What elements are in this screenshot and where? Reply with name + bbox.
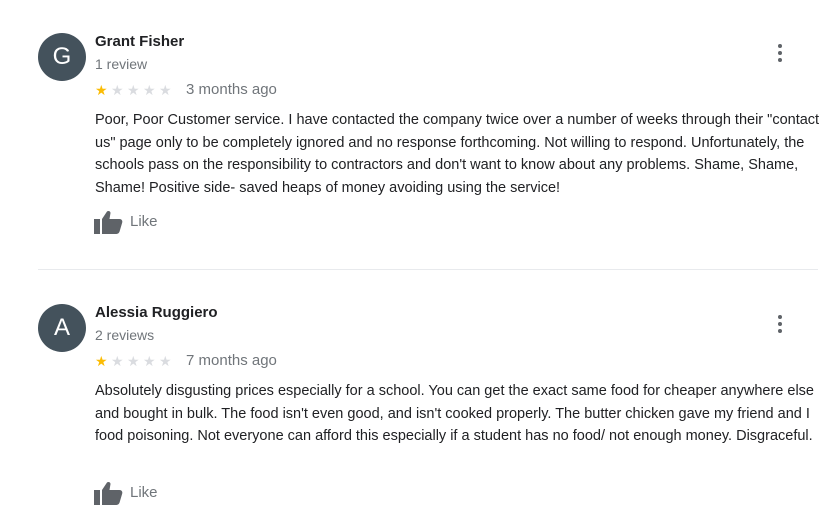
more-vert-icon <box>778 315 782 319</box>
star-icon: ★ <box>159 353 172 369</box>
star-icon: ★ <box>159 82 172 98</box>
review-date: 7 months ago <box>186 352 277 369</box>
star-icon: ★ <box>143 353 156 369</box>
review-divider <box>38 269 818 270</box>
like-label: Like <box>130 484 158 501</box>
review-count: 2 reviews <box>95 327 155 343</box>
star-icon: ★ <box>111 82 124 98</box>
thumb-up-icon <box>94 210 123 234</box>
star-icon: ★ <box>95 353 108 369</box>
star-icon: ★ <box>95 82 108 98</box>
avatar[interactable]: A <box>38 304 86 352</box>
review-text: Absolutely disgusting prices especially … <box>95 383 814 445</box>
rating-row: ★ ★ ★ ★ ★ 7 months ago <box>95 352 277 370</box>
review-date: 3 months ago <box>186 81 277 98</box>
reviewer-name[interactable]: Alessia Ruggiero <box>95 304 218 322</box>
avatar[interactable]: G <box>38 33 86 81</box>
star-rating: ★ ★ ★ ★ ★ <box>95 83 175 97</box>
star-rating: ★ ★ ★ ★ ★ <box>95 354 175 368</box>
more-options-button[interactable] <box>770 314 790 334</box>
more-options-button[interactable] <box>770 43 790 63</box>
thumb-up-icon <box>94 481 123 505</box>
review-text: Poor, Poor Customer service. I have cont… <box>95 112 820 197</box>
rating-row: ★ ★ ★ ★ ★ 3 months ago <box>95 81 277 99</box>
more-vert-icon <box>778 44 782 48</box>
star-icon: ★ <box>127 82 140 98</box>
star-icon: ★ <box>143 82 156 98</box>
star-icon: ★ <box>127 353 140 369</box>
like-button[interactable]: Like <box>94 210 158 234</box>
like-button[interactable]: Like <box>94 481 158 505</box>
reviewer-name[interactable]: Grant Fisher <box>95 33 184 51</box>
review-count: 1 review <box>95 56 148 72</box>
star-icon: ★ <box>111 353 124 369</box>
like-label: Like <box>130 213 158 230</box>
